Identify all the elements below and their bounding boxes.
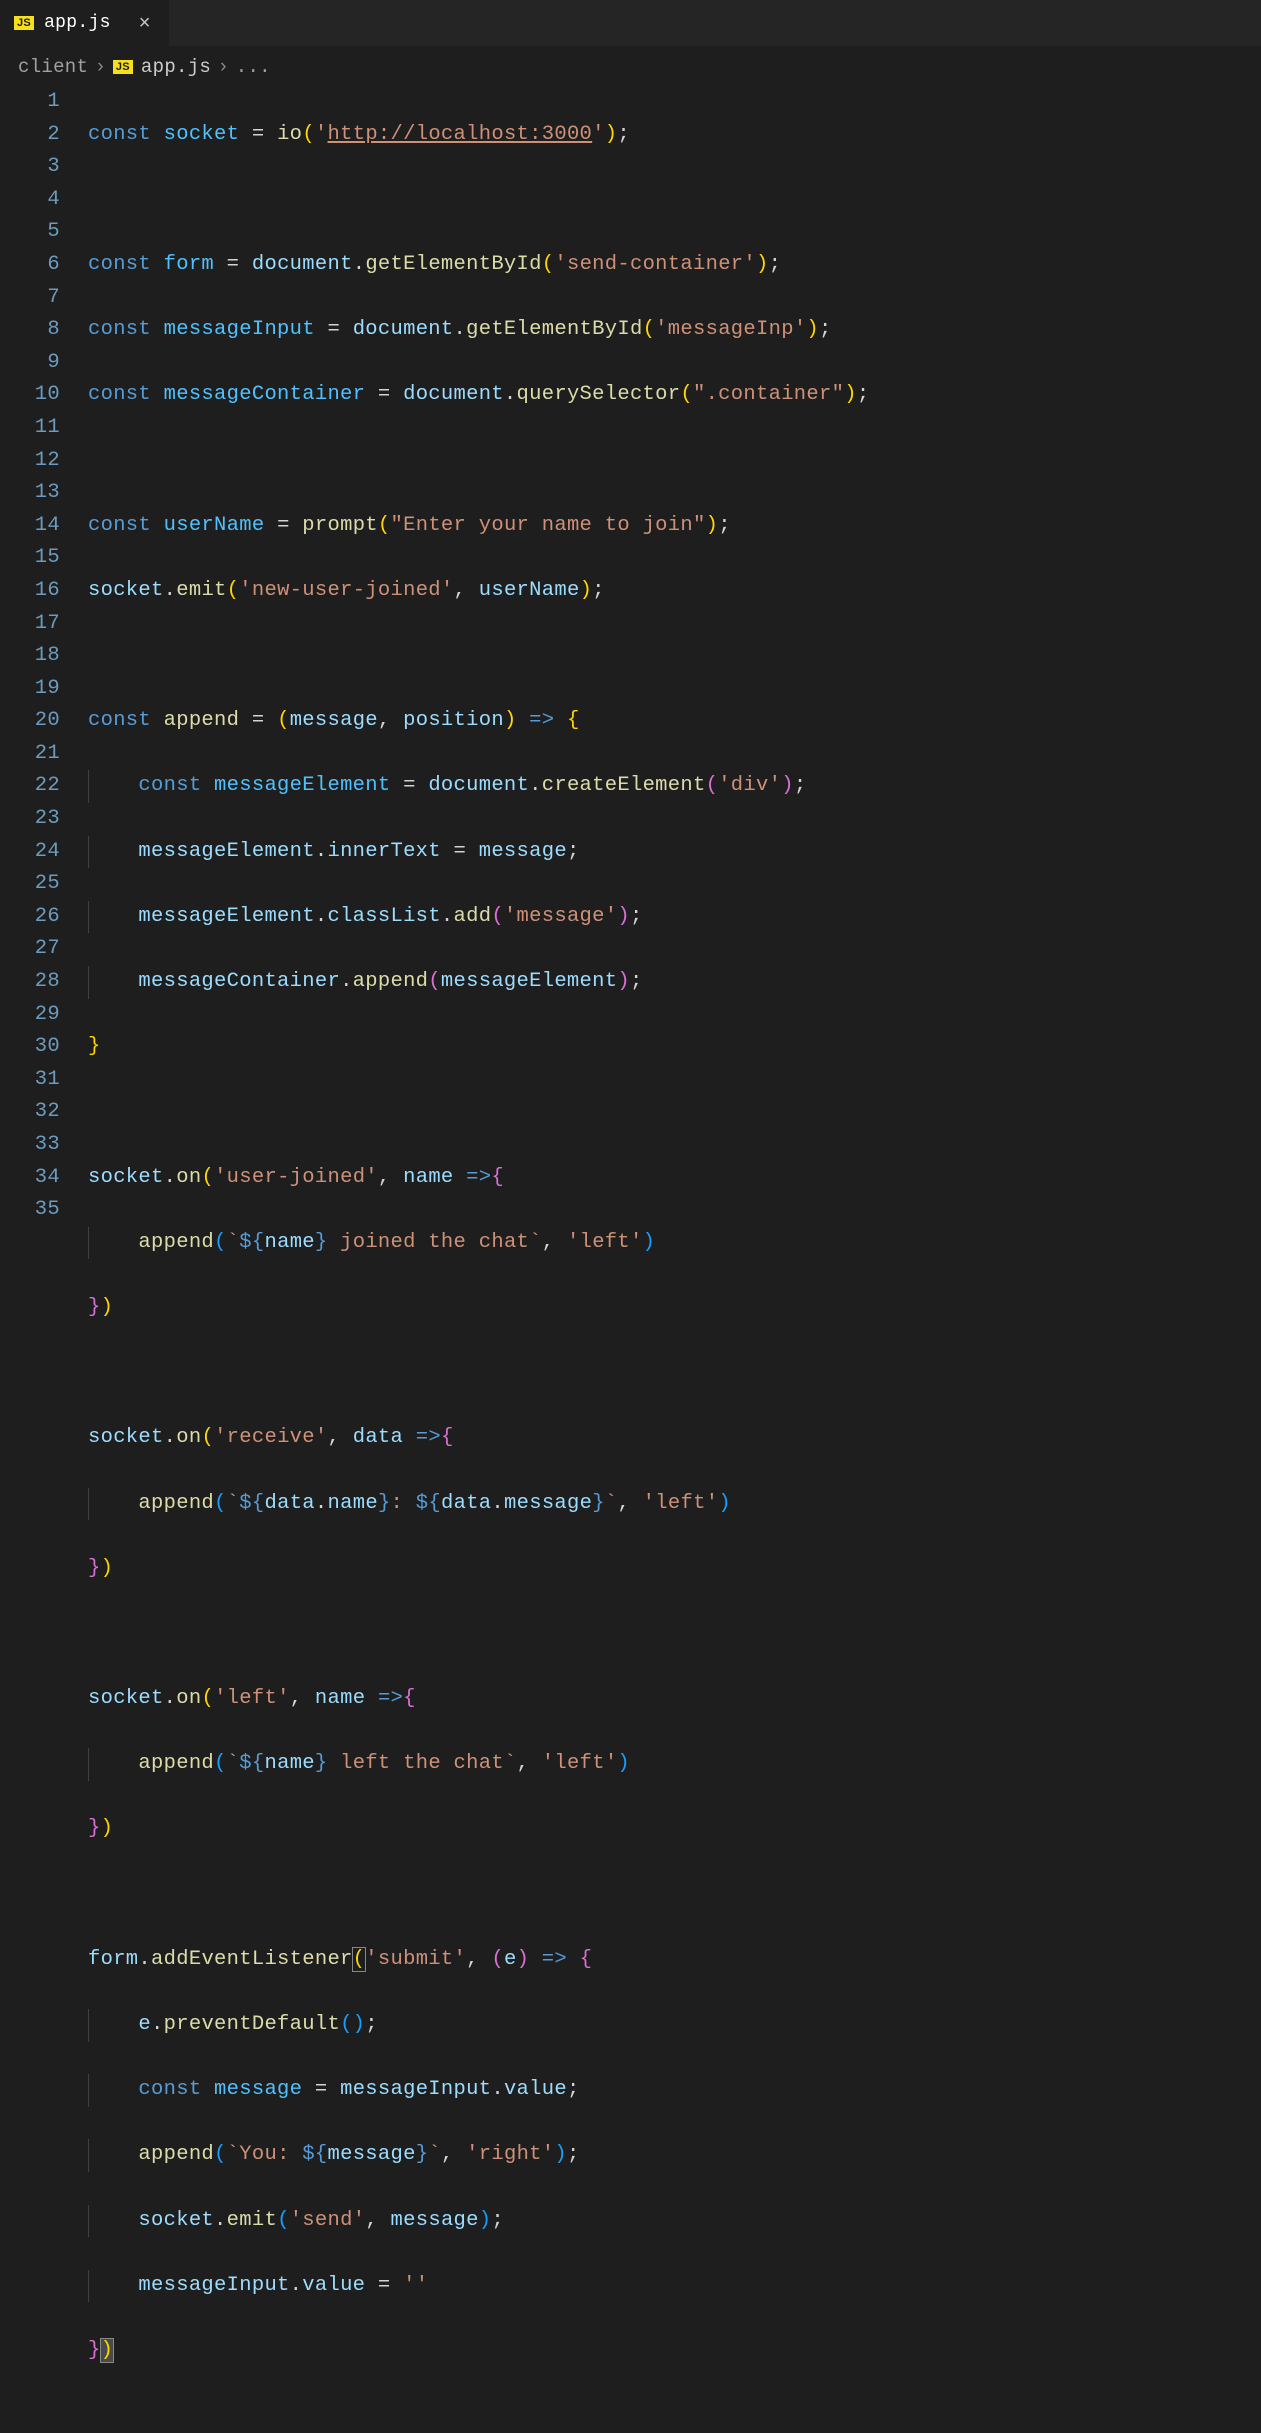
line-number: 35 (0, 1194, 60, 1227)
line-number: 34 (0, 1162, 60, 1195)
line-number: 17 (0, 608, 60, 641)
line-number: 23 (0, 803, 60, 836)
line-number: 16 (0, 575, 60, 608)
code-line[interactable]: const append = (message, position) => { (88, 705, 1261, 738)
breadcrumb-file[interactable]: JS app.js (113, 56, 211, 78)
code-line[interactable]: const message = messageInput.value; (88, 2074, 1261, 2107)
line-number: 30 (0, 1031, 60, 1064)
code-line[interactable]: append(`${data.name}: ${data.message}`, … (88, 1488, 1261, 1521)
code-line[interactable]: }) (88, 2335, 1261, 2368)
code-line[interactable] (88, 1618, 1261, 1651)
code-line[interactable]: messageElement.innerText = message; (88, 836, 1261, 869)
code-line[interactable]: const form = document.getElementById('se… (88, 249, 1261, 282)
line-number: 32 (0, 1096, 60, 1129)
code-line[interactable]: const messageContainer = document.queryS… (88, 379, 1261, 412)
line-number: 14 (0, 510, 60, 543)
line-number: 29 (0, 999, 60, 1032)
line-number: 5 (0, 216, 60, 249)
line-number: 25 (0, 868, 60, 901)
line-number: 24 (0, 836, 60, 869)
code-line[interactable]: socket.on('receive', data =>{ (88, 1422, 1261, 1455)
line-number-gutter: 1 2 3 4 5 6 7 8 9 10 11 12 13 14 15 16 1… (0, 86, 88, 2433)
code-line[interactable]: append(`You: ${message}`, 'right'); (88, 2139, 1261, 2172)
js-file-icon: JS (14, 16, 34, 30)
code-line[interactable]: } (88, 1031, 1261, 1064)
line-number: 7 (0, 282, 60, 315)
line-number: 21 (0, 738, 60, 771)
code-line[interactable]: socket.emit('new-user-joined', userName)… (88, 575, 1261, 608)
tab-filename: app.js (44, 13, 111, 33)
line-number: 8 (0, 314, 60, 347)
code-line[interactable] (88, 640, 1261, 673)
code-line[interactable] (88, 184, 1261, 217)
code-line[interactable]: messageInput.value = '' (88, 2270, 1261, 2303)
chevron-right-icon: › (97, 56, 104, 78)
breadcrumb-folder[interactable]: client (18, 56, 88, 78)
code-line[interactable]: append(`${name} left the chat`, 'left') (88, 1748, 1261, 1781)
line-number: 27 (0, 933, 60, 966)
code-line[interactable]: e.preventDefault(); (88, 2009, 1261, 2042)
line-number: 28 (0, 966, 60, 999)
breadcrumb-symbol[interactable]: ... (236, 56, 271, 78)
line-number: 26 (0, 901, 60, 934)
line-number: 6 (0, 249, 60, 282)
line-number: 9 (0, 347, 60, 380)
js-file-icon: JS (113, 60, 133, 74)
line-number: 13 (0, 477, 60, 510)
line-number: 12 (0, 445, 60, 478)
code-line[interactable]: messageContainer.append(messageElement); (88, 966, 1261, 999)
line-number: 4 (0, 184, 60, 217)
code-line[interactable]: socket.on('left', name =>{ (88, 1683, 1261, 1716)
code-line[interactable]: socket.on('user-joined', name =>{ (88, 1162, 1261, 1195)
code-line[interactable]: }) (88, 1813, 1261, 1846)
code-line[interactable]: }) (88, 1292, 1261, 1325)
line-number: 15 (0, 542, 60, 575)
line-number: 3 (0, 151, 60, 184)
line-number: 18 (0, 640, 60, 673)
line-number: 11 (0, 412, 60, 445)
code-line[interactable]: messageElement.classList.add('message'); (88, 901, 1261, 934)
line-number: 31 (0, 1064, 60, 1097)
code-line[interactable] (88, 445, 1261, 478)
close-icon[interactable]: × (135, 12, 155, 35)
code-line[interactable]: }) (88, 1553, 1261, 1586)
line-number: 1 (0, 86, 60, 119)
code-line[interactable]: const messageElement = document.createEl… (88, 770, 1261, 803)
code-editor[interactable]: 1 2 3 4 5 6 7 8 9 10 11 12 13 14 15 16 1… (0, 86, 1261, 2433)
line-number: 20 (0, 705, 60, 738)
code-line[interactable]: const userName = prompt("Enter your name… (88, 510, 1261, 543)
code-line[interactable] (88, 1357, 1261, 1390)
code-line[interactable]: const messageInput = document.getElement… (88, 314, 1261, 347)
code-line[interactable] (88, 1096, 1261, 1129)
tab-bar: JS app.js × (0, 0, 1261, 46)
line-number: 10 (0, 379, 60, 412)
code-area[interactable]: const socket = io('http://localhost:3000… (88, 86, 1261, 2433)
editor-tab-appjs[interactable]: JS app.js × (0, 0, 169, 46)
code-line[interactable]: socket.emit('send', message); (88, 2205, 1261, 2238)
chevron-right-icon: › (220, 56, 227, 78)
code-line[interactable]: append(`${name} joined the chat`, 'left'… (88, 1227, 1261, 1260)
code-line[interactable]: form.addEventListener('submit', (e) => { (88, 1944, 1261, 1977)
line-number: 19 (0, 673, 60, 706)
line-number: 2 (0, 119, 60, 152)
line-number: 33 (0, 1129, 60, 1162)
code-line[interactable] (88, 1879, 1261, 1912)
breadcrumb-file-label: app.js (141, 56, 211, 78)
code-line[interactable]: const socket = io('http://localhost:3000… (88, 119, 1261, 152)
line-number: 22 (0, 770, 60, 803)
breadcrumb[interactable]: client › JS app.js › ... (0, 46, 1261, 86)
